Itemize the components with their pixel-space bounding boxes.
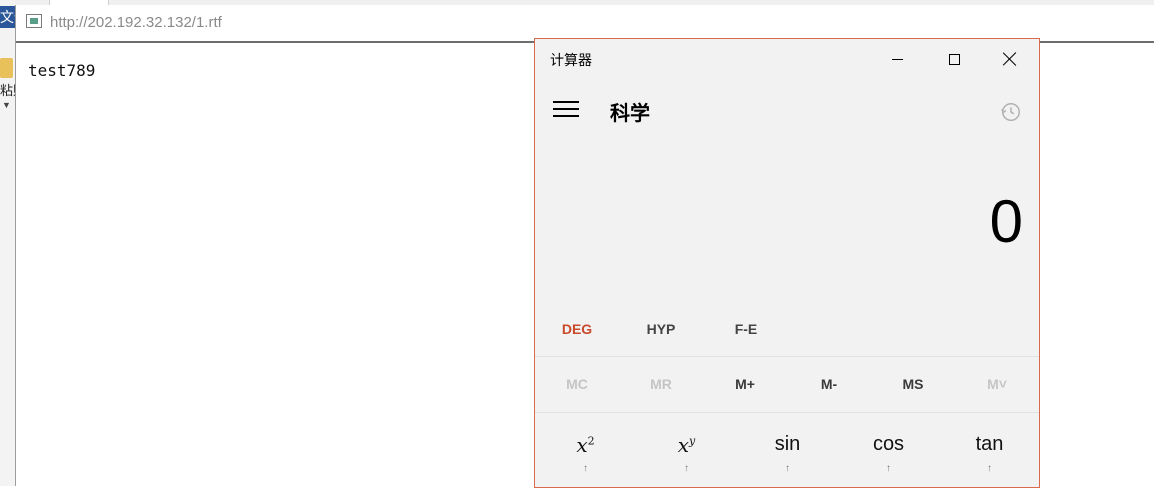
memory-recall-button[interactable]: MR (619, 364, 703, 404)
fe-button[interactable]: F-E (711, 309, 781, 349)
divider (535, 356, 1039, 357)
page-icon (26, 14, 42, 28)
memory-store-button[interactable]: MS (871, 364, 955, 404)
power-exponent: y (689, 434, 696, 448)
function-row: x2 ↑ xy ↑ sin ↑ cos ↑ tan ↑ (535, 419, 1039, 487)
shift-arrow-icon: ↑ (886, 463, 891, 474)
memory-add-button[interactable]: M+ (703, 364, 787, 404)
shift-arrow-icon: ↑ (987, 463, 992, 474)
shift-arrow-icon: ↑ (583, 463, 588, 474)
divider (535, 412, 1039, 413)
paste-label[interactable]: 粘贴 (0, 80, 15, 99)
angle-mode-row: DEG HYP F-E (535, 309, 1039, 349)
display-value: 0 (989, 188, 1023, 255)
maximize-button[interactable] (926, 39, 982, 79)
square-base: x (576, 433, 588, 457)
chevron-down-icon[interactable]: ▼ (2, 100, 11, 110)
sin-label: sin (774, 433, 801, 455)
file-tab[interactable]: 文件 (0, 6, 15, 28)
square-exponent: 2 (587, 434, 595, 448)
power-button[interactable]: xy ↑ (636, 419, 737, 487)
document-text: test789 (28, 61, 96, 80)
cos-label: cos (872, 433, 905, 455)
menu-button[interactable] (553, 101, 579, 119)
shift-arrow-icon: ↑ (684, 463, 689, 474)
calculator-window: 计算器 科学 0 DEG HYP F-E MC MR M+ M- MS M˅ x… (534, 38, 1040, 488)
title-bar[interactable]: 计算器 (535, 39, 1039, 79)
close-button[interactable] (982, 39, 1038, 79)
calculator-header: 科学 (535, 84, 1039, 134)
cos-button[interactable]: cos ↑ (838, 419, 939, 487)
sin-button[interactable]: sin ↑ (737, 419, 838, 487)
history-icon[interactable] (1000, 101, 1022, 123)
deg-button[interactable]: DEG (542, 309, 612, 349)
memory-clear-button[interactable]: MC (535, 364, 619, 404)
memory-subtract-button[interactable]: M- (787, 364, 871, 404)
power-base: x (677, 433, 690, 457)
memory-list-button[interactable]: M˅ (955, 364, 1039, 404)
url-text[interactable]: http://202.192.32.132/1.rtf (50, 14, 222, 31)
tan-button[interactable]: tan ↑ (939, 419, 1039, 487)
minimize-icon (891, 58, 903, 60)
window-title: 计算器 (550, 52, 592, 68)
memory-row: MC MR M+ M- MS M˅ (535, 364, 1039, 404)
close-icon (1003, 52, 1017, 66)
mode-title: 科学 (610, 103, 650, 125)
maximize-icon (948, 53, 960, 65)
shift-arrow-icon: ↑ (785, 463, 790, 474)
tan-label: tan (975, 433, 1004, 455)
paste-icon (0, 58, 13, 78)
square-button[interactable]: x2 ↑ (535, 419, 636, 487)
hyp-button[interactable]: HYP (626, 309, 696, 349)
minimize-button[interactable] (869, 39, 925, 79)
background-app-strip: 文件 粘贴 ▼ (0, 0, 15, 486)
